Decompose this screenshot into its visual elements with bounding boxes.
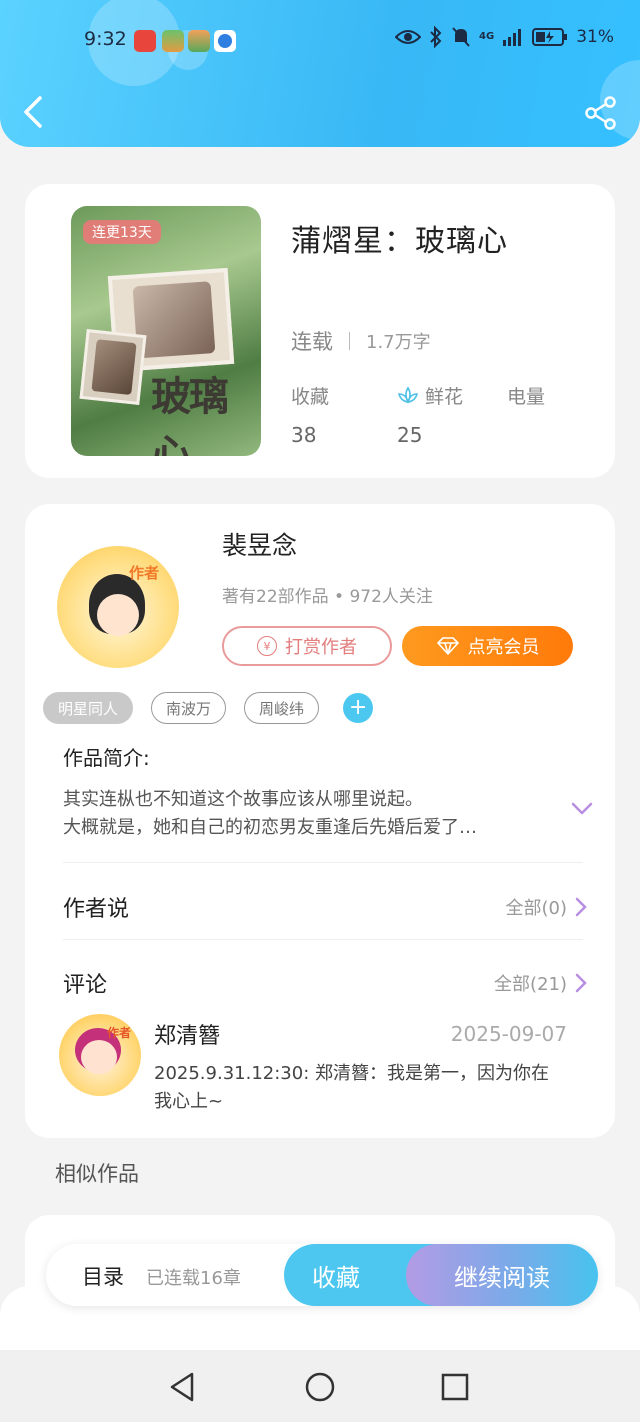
share-icon[interactable] [584,96,618,130]
stat-favorites[interactable]: 收藏 38 [291,382,329,447]
comments-count: 全部(21) [494,974,567,995]
top-header: 9:32 4G 31% [0,0,640,147]
chevron-right-icon [575,973,587,993]
divider [63,939,583,940]
stat-label: 收藏 [291,386,330,408]
intro-text[interactable]: 其实连枞也不知道这个故事应该从哪里说起。 大概就是，她和自己的初恋男友重逢后先婚… [63,786,543,842]
update-streak-badge: 连更13天 [83,220,161,244]
stat-flowers[interactable]: 鲜花 25 [397,382,463,447]
comments-all-link[interactable]: 全部(21) [494,970,587,996]
stat-power[interactable]: 电量 [507,382,545,423]
battery-percent: 31% [576,27,614,47]
cover-title-art: 玻璃心 [151,373,229,456]
author-detail-card: 作者 裴昱念 著有22部作品 • 972人关注 ¥ 打赏作者 点亮会员 明星同人… [25,504,615,1138]
avatar-author-tag: 作者 [128,564,159,582]
chevron-down-icon[interactable] [571,802,593,816]
tag-pill[interactable]: 南波万 [151,692,227,724]
bluetooth-icon [430,26,442,48]
author-says-count: 全部(0) [505,898,568,919]
book-cover[interactable]: 玻璃心 连更13天 [71,206,261,456]
chevron-right-icon [575,897,587,917]
divider [349,332,350,350]
status-time: 9:32 [84,28,127,50]
bottom-action-bar: 目录 已连载16章 收藏 继续阅读 [46,1244,598,1306]
serial-chapter-count: 已连载16章 [146,1268,241,1289]
book-title: 蒲熠星：玻璃心 [291,224,508,259]
eye-icon [395,30,422,44]
author-info: 著有22部作品 • 972人关注 [222,587,433,607]
author-avatar[interactable]: 作者 [57,546,179,668]
mute-bell-icon [452,27,470,47]
serial-status: 连载 [291,330,333,354]
similar-works-title: 相似作品 [55,1162,139,1186]
network-type: 4G [479,31,495,42]
intro-title: 作品简介: [63,746,150,770]
recents-square-icon[interactable] [438,1370,472,1404]
author-says-all-link[interactable]: 全部(0) [506,894,588,920]
chevron-left-icon[interactable] [20,94,50,130]
toc-button[interactable]: 目录 [82,1261,124,1291]
word-count: 1.7万字 [366,332,431,353]
book-status-line: 连载 1.7万字 [291,326,431,356]
avatar-author-tag: 作者 [106,1026,131,1040]
huawei-app-icon [134,30,156,52]
diamond-icon [436,637,459,655]
tag-list: 明星同人 南波万 周峻纬 + [43,692,374,724]
yen-coin-icon: ¥ [257,636,277,656]
book-info-card: 玻璃心 连更13天 蒲熠星：玻璃心 连载 1.7万字 收藏 38 鲜花 25 电… [25,184,615,478]
cover-photo-small [79,329,147,405]
tag-pill[interactable]: 周峻纬 [244,692,320,724]
status-bar: 9:32 4G 31% [0,26,640,56]
comments-title: 评论 [63,973,108,998]
tip-author-label: 打赏作者 [285,637,357,658]
commenter-avatar[interactable]: 作者 [59,1014,141,1096]
comment-date: 2025-09-07 [450,1022,567,1046]
browser-app-icon [214,30,236,52]
stat-value: 25 [397,423,423,447]
lotus-icon [397,386,419,404]
vip-label: 点亮会员 [467,637,540,658]
system-nav-bar [0,1350,640,1422]
signal-icon [503,29,522,46]
back-triangle-icon[interactable] [166,1370,200,1404]
stat-value: 38 [291,423,317,447]
divider [63,862,583,863]
game-app-icon-2 [188,30,210,52]
tag-pill[interactable]: 明星同人 [43,692,134,724]
continue-reading-label: 继续阅读 [454,1263,550,1292]
intro-line: 其实连枞也不知道这个故事应该从哪里说起。 [63,789,423,810]
battery-icon [532,28,568,46]
continue-reading-button[interactable]: 继续阅读 [406,1244,598,1306]
favorite-label: 收藏 [312,1263,360,1292]
author-says-title: 作者说 [63,897,130,922]
stat-label: 鲜花 [425,386,464,408]
commenter-name[interactable]: 郑清簪 [154,1018,220,1050]
home-circle-icon[interactable] [303,1370,337,1404]
stat-label: 电量 [507,386,546,408]
add-tag-button[interactable]: + [343,693,374,723]
activate-vip-button[interactable]: 点亮会员 [402,626,573,666]
tip-author-button[interactable]: ¥ 打赏作者 [222,626,392,666]
game-app-icon [162,30,184,52]
comment-text[interactable]: 2025.9.31.12:30: 郑清簪：我是第一，因为你在我心上~ [154,1060,564,1116]
author-name[interactable]: 裴昱念 [222,526,297,562]
intro-line: 大概就是，她和自己的初恋男友重逢后先婚后爱了… [63,817,477,838]
